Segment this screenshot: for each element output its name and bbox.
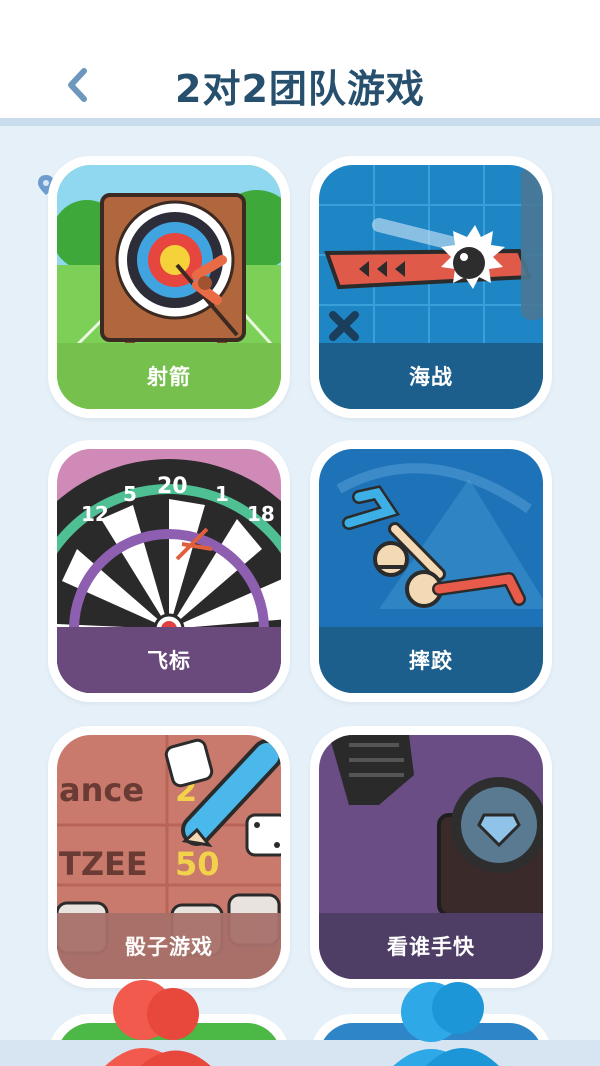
bottom-bar [0,1040,600,1066]
game-card-label: 射箭 [57,343,281,409]
game-card-naval-battle[interactable]: 海战 [310,156,552,418]
dart-number: 12 [81,502,109,526]
dart-number: 20 [157,474,188,499]
game-card-label: 飞标 [57,627,281,693]
game-card-darts[interactable]: 12 5 20 1 18 飞标 [48,440,290,702]
game-card-dice[interactable]: ance TZEE 2 50 骰子游戏 [48,726,290,988]
dart-number: 1 [215,482,229,506]
header-divider [0,118,600,126]
page-title: 2对2团队游戏 [175,67,425,111]
game-card-archery[interactable]: 射箭 [48,156,290,418]
dart-number: 18 [247,502,275,526]
game-card-label: 看谁手快 [319,913,543,979]
game-card-label: 海战 [319,343,543,409]
game-card-fast-hands[interactable]: 看谁手快 [310,726,552,988]
game-card-wrestling[interactable]: 摔跤 [310,440,552,702]
red-team-icon [105,980,211,1066]
game-card-label: 摔跤 [319,627,543,693]
blue-team-icon [393,982,499,1066]
game-card-label: 骰子游戏 [57,913,281,979]
dice-number: 50 [175,845,220,883]
dart-number: 5 [123,482,137,506]
dice-word: ance [59,771,144,809]
dice-word: TZEE [59,845,148,883]
